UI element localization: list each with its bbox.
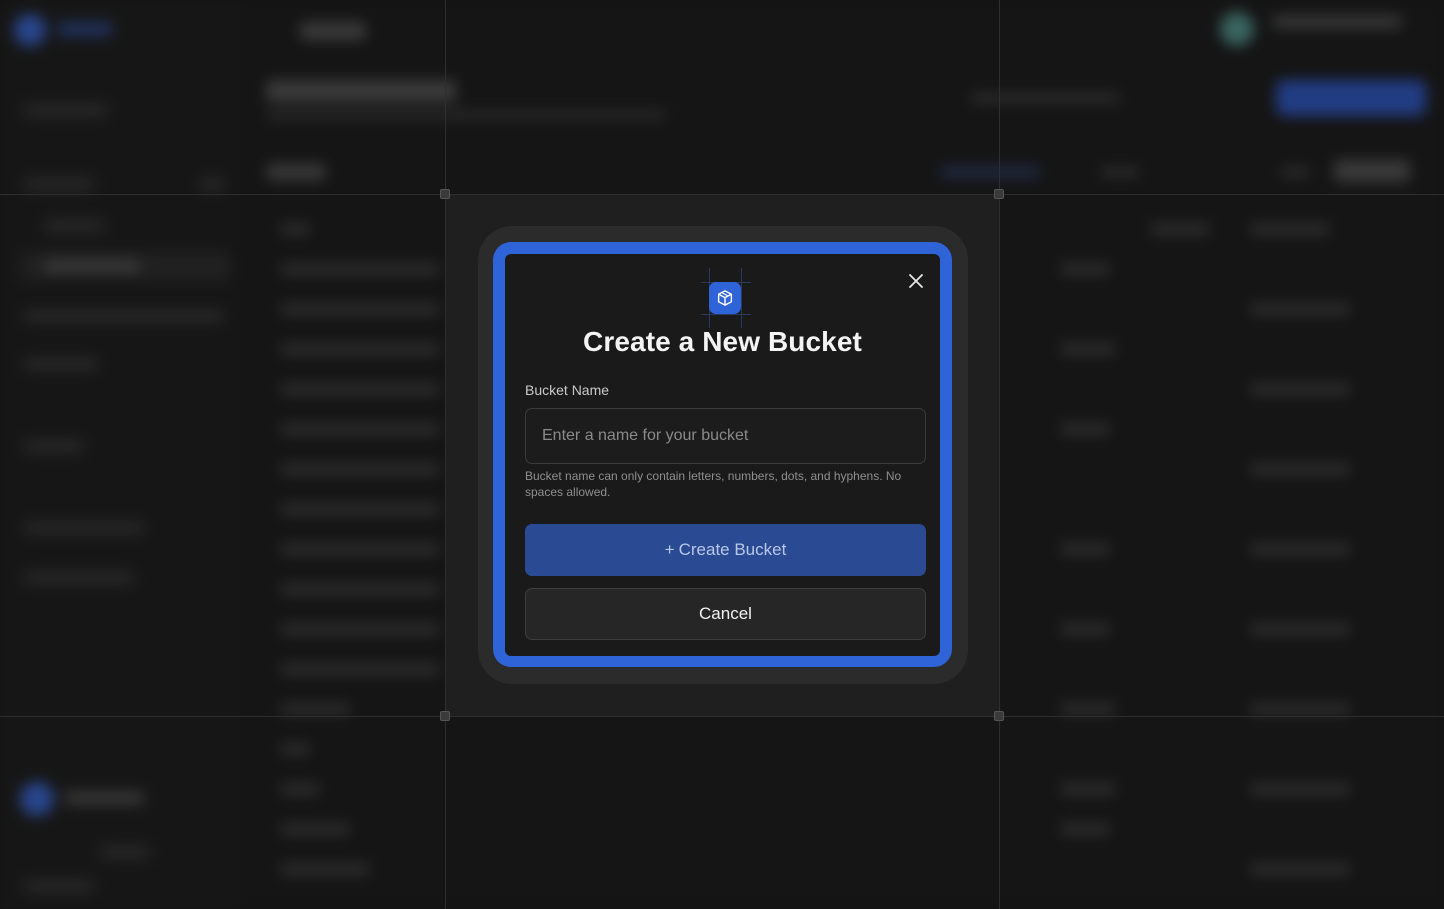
background-table-cell bbox=[1060, 542, 1110, 556]
bucket-name-input[interactable] bbox=[525, 408, 926, 464]
background-nav-item bbox=[100, 846, 150, 858]
background-table-cell bbox=[1060, 822, 1110, 836]
background-nav-item bbox=[24, 310, 224, 322]
dialog-title: Create a New Bucket bbox=[583, 326, 862, 357]
background-nav-item bbox=[24, 178, 94, 190]
bucket-name-hint: Bucket name can only contain letters, nu… bbox=[525, 469, 902, 499]
background-user-avatar bbox=[20, 782, 54, 816]
background-page-subtitle bbox=[266, 110, 666, 120]
icon-grid-line bbox=[701, 314, 751, 315]
background-nav-item bbox=[24, 522, 144, 534]
background-table-cell bbox=[1250, 462, 1350, 476]
frame-corner-handle bbox=[440, 711, 450, 721]
background-toolbar-item bbox=[940, 166, 1040, 178]
background-table-row bbox=[280, 382, 440, 396]
background-nav-item bbox=[24, 880, 94, 892]
background-breadcrumb bbox=[300, 22, 366, 40]
background-table-row bbox=[280, 782, 320, 796]
background-topbar-avatar bbox=[1220, 12, 1254, 46]
background-table-row bbox=[280, 662, 440, 676]
background-table-row bbox=[280, 822, 350, 836]
close-icon bbox=[909, 274, 923, 288]
background-table-cell bbox=[1250, 862, 1350, 876]
background-section-title bbox=[266, 164, 326, 180]
background-table-cell bbox=[1250, 702, 1350, 716]
background-logo-text bbox=[58, 22, 112, 36]
background-table-row bbox=[280, 422, 440, 436]
frame-guide-horizontal bbox=[0, 716, 1444, 717]
background-nav-item bbox=[24, 572, 134, 584]
background-sidebar bbox=[0, 0, 240, 909]
background-table-row bbox=[280, 622, 440, 636]
background-table-row bbox=[280, 502, 440, 516]
background-table-cell bbox=[1060, 622, 1110, 636]
frame-corner-handle bbox=[994, 711, 1004, 721]
cube-icon bbox=[717, 290, 733, 306]
background-table-row bbox=[280, 262, 440, 276]
background-table-row bbox=[280, 302, 440, 316]
background-nav-item bbox=[24, 358, 98, 370]
background-table-cell bbox=[1250, 542, 1350, 556]
background-table-row bbox=[280, 462, 440, 476]
frame-corner-handle bbox=[440, 189, 450, 199]
background-table-row bbox=[280, 862, 370, 876]
background-table-header bbox=[1250, 222, 1330, 236]
background-table-row bbox=[280, 542, 440, 556]
background-page-title bbox=[266, 80, 456, 102]
frame-corner-handle bbox=[994, 189, 1004, 199]
background-toolbar-item bbox=[1280, 166, 1310, 178]
bucket-icon-badge bbox=[709, 282, 741, 314]
plus-icon: + bbox=[664, 540, 675, 559]
frame-guide-horizontal bbox=[0, 194, 1444, 195]
bucket-name-label: Bucket Name bbox=[525, 382, 610, 398]
background-table-cell bbox=[1060, 422, 1110, 436]
background-table-header bbox=[1150, 222, 1210, 236]
background-table-row bbox=[280, 582, 440, 596]
background-table-row bbox=[280, 742, 310, 756]
background-table-cell bbox=[1250, 782, 1350, 796]
background-topbar-user bbox=[1272, 16, 1402, 28]
background-table-cell bbox=[1060, 342, 1116, 356]
create-bucket-dialog: Create a New Bucket Bucket Name Bucket n… bbox=[505, 254, 940, 656]
icon-grid-line bbox=[741, 268, 742, 328]
background-table-cell bbox=[1060, 262, 1110, 276]
background-toolbar-item bbox=[970, 92, 1120, 104]
background-table-row bbox=[280, 702, 350, 716]
background-nav-item bbox=[24, 104, 108, 116]
create-bucket-button[interactable]: + Create Bucket bbox=[525, 524, 926, 576]
background-nav-item bbox=[44, 220, 104, 232]
background-table-cell bbox=[1060, 702, 1116, 716]
frame-guide-vertical bbox=[999, 0, 1000, 909]
background-nav-item bbox=[200, 178, 224, 190]
background-table-header bbox=[280, 222, 310, 236]
background-table-cell bbox=[1250, 382, 1350, 396]
background-table-cell bbox=[1250, 302, 1350, 316]
background-logo bbox=[14, 14, 46, 46]
background-table-cell bbox=[1060, 782, 1116, 796]
frame-guide-vertical bbox=[445, 0, 446, 909]
cancel-button[interactable]: Cancel bbox=[525, 588, 926, 640]
close-button[interactable] bbox=[905, 270, 927, 292]
background-primary-button bbox=[1276, 80, 1426, 116]
background-toolbar-item bbox=[1100, 166, 1140, 178]
background-table-cell bbox=[1250, 622, 1350, 636]
background-user-name bbox=[64, 792, 144, 804]
background-nav-item bbox=[44, 260, 140, 272]
background-table-row bbox=[280, 342, 440, 356]
create-bucket-button-label: Create Bucket bbox=[678, 540, 787, 559]
background-toolbar-item bbox=[1334, 160, 1410, 182]
background-nav-item bbox=[24, 440, 84, 452]
